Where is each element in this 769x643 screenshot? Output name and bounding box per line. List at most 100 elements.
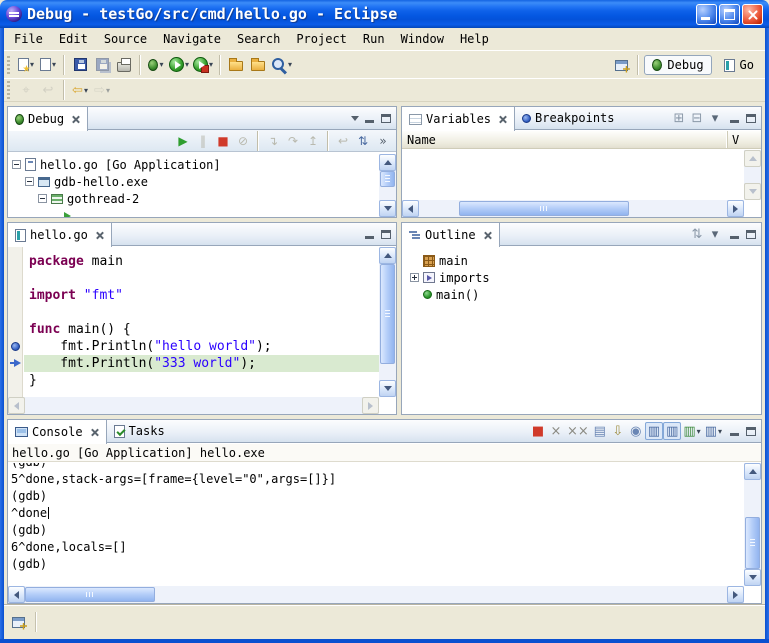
tab-console[interactable]: Console bbox=[8, 420, 107, 444]
scroll-up-icon[interactable] bbox=[379, 154, 396, 171]
perspective-go-button[interactable]: Go bbox=[717, 56, 761, 74]
collapse-all-button[interactable]: ⊟ bbox=[688, 109, 706, 127]
minimize-view-icon[interactable] bbox=[365, 230, 375, 239]
variables-scrollbar-vertical[interactable] bbox=[744, 150, 761, 200]
open-console-dropdown-icon[interactable]: ▾ bbox=[718, 427, 722, 436]
toolbar-handle[interactable] bbox=[7, 81, 10, 99]
close-tab-icon[interactable] bbox=[483, 231, 492, 240]
debug-tree-row[interactable]: hello.go [Go Application] bbox=[8, 156, 396, 173]
scroll-up-icon[interactable] bbox=[744, 463, 761, 480]
debug-scrollbar-vertical[interactable] bbox=[379, 154, 396, 217]
last-edit-location-button[interactable]: ↩ bbox=[37, 78, 59, 102]
debug-button[interactable]: ▾ bbox=[145, 53, 167, 77]
disconnect-button[interactable]: ⊘ bbox=[233, 131, 253, 150]
show-type-names-button[interactable]: ⊞ bbox=[670, 109, 688, 127]
forward-button[interactable]: ⇨▾ bbox=[91, 78, 113, 102]
perspective-debug-button[interactable]: Debug bbox=[644, 55, 711, 75]
terminate-button[interactable]: ■ bbox=[529, 422, 547, 440]
show-stdout-button[interactable]: ▥ bbox=[645, 422, 663, 440]
scroll-thumb[interactable] bbox=[459, 201, 629, 216]
open-project-button[interactable] bbox=[247, 53, 269, 77]
code-area[interactable]: package mainimport "fmt"func main() { fm… bbox=[24, 247, 379, 397]
minimize-button[interactable] bbox=[696, 4, 717, 25]
view-menu-button[interactable]: ▾ bbox=[706, 225, 724, 243]
open-perspective-button[interactable] bbox=[610, 53, 632, 77]
menu-item-source[interactable]: Source bbox=[96, 29, 155, 49]
close-button[interactable] bbox=[742, 4, 763, 25]
run-tool-dropdown-icon[interactable]: ▾ bbox=[209, 60, 213, 69]
menu-item-navigate[interactable]: Navigate bbox=[155, 29, 229, 49]
close-tab-icon[interactable] bbox=[90, 428, 99, 437]
step-return-button[interactable]: ↥ bbox=[303, 131, 323, 150]
view-menu-button[interactable]: ▾ bbox=[706, 109, 724, 127]
scroll-thumb[interactable] bbox=[380, 264, 395, 364]
scroll-left-icon[interactable] bbox=[402, 200, 419, 217]
console-scrollbar-vertical[interactable] bbox=[744, 463, 761, 586]
editor-scrollbar-vertical[interactable] bbox=[379, 247, 396, 397]
open-resource-button[interactable] bbox=[225, 53, 247, 77]
tab-hello-go[interactable]: hello.go bbox=[8, 223, 112, 247]
menu-item-window[interactable]: Window bbox=[393, 29, 452, 49]
column-value[interactable]: V bbox=[728, 131, 761, 148]
mark-occurrences-button[interactable]: ⌖ bbox=[15, 78, 37, 102]
save-button[interactable] bbox=[69, 53, 91, 77]
close-tab-icon[interactable] bbox=[95, 231, 104, 240]
minimize-view-icon[interactable] bbox=[730, 114, 740, 123]
code-line[interactable]: fmt.Println("333 world"); bbox=[24, 355, 379, 372]
outline-row[interactable]: imports bbox=[406, 269, 761, 286]
toolbar-overflow-button[interactable]: » bbox=[373, 131, 393, 150]
close-tab-icon[interactable] bbox=[71, 115, 80, 124]
tab-breakpoints[interactable]: Breakpoints bbox=[515, 107, 621, 129]
column-name[interactable]: Name bbox=[402, 131, 728, 148]
scroll-thumb[interactable] bbox=[745, 517, 760, 569]
close-tab-icon[interactable] bbox=[498, 115, 507, 124]
title-bar[interactable]: Debug - testGo/src/cmd/hello.go - Eclips… bbox=[0, 0, 769, 28]
display-console-dropdown-icon[interactable]: ▾ bbox=[697, 427, 701, 436]
forward-dropdown-icon[interactable]: ▾ bbox=[106, 86, 110, 95]
scroll-right-icon[interactable] bbox=[727, 586, 744, 603]
remove-all-launches-button[interactable]: ×× bbox=[565, 422, 591, 440]
code-line[interactable]: func main() { bbox=[24, 321, 379, 338]
new-button[interactable]: ▾ bbox=[15, 53, 37, 77]
code-line[interactable] bbox=[24, 270, 379, 287]
maximize-view-icon[interactable] bbox=[381, 114, 391, 123]
search-dropdown-icon[interactable]: ▾ bbox=[288, 60, 292, 69]
maximize-view-icon[interactable] bbox=[746, 230, 756, 239]
debug-tree-row[interactable]: gothread-2 bbox=[8, 190, 396, 207]
display-console-button[interactable]: ▥▾ bbox=[681, 422, 702, 440]
back-button[interactable]: ⇦▾ bbox=[69, 78, 91, 102]
maximize-view-icon[interactable] bbox=[746, 114, 756, 123]
console-scrollbar-horizontal[interactable] bbox=[8, 586, 744, 603]
debug-tree-row[interactable] bbox=[8, 207, 396, 217]
editor-gutter[interactable] bbox=[8, 247, 23, 397]
scroll-lock-button[interactable]: ⇩ bbox=[609, 422, 627, 440]
run-button[interactable]: ▾ bbox=[167, 53, 191, 77]
tab-debug[interactable]: Debug bbox=[8, 107, 88, 131]
breakpoint-icon[interactable] bbox=[11, 342, 20, 351]
open-console-button[interactable]: ▥▾ bbox=[703, 422, 724, 440]
outline-row[interactable]: main() bbox=[406, 286, 761, 303]
menu-item-help[interactable]: Help bbox=[452, 29, 497, 49]
terminate-button[interactable]: ■ bbox=[213, 131, 233, 150]
sort-button[interactable]: ⇅ bbox=[688, 225, 706, 243]
show-stderr-button[interactable]: ▥ bbox=[663, 422, 681, 440]
menu-item-project[interactable]: Project bbox=[288, 29, 355, 49]
scroll-thumb[interactable] bbox=[25, 587, 155, 602]
code-line[interactable]: fmt.Println("hello world"); bbox=[24, 338, 379, 355]
maximize-view-icon[interactable] bbox=[746, 427, 756, 436]
minimize-view-icon[interactable] bbox=[730, 427, 740, 436]
new-wizard-button[interactable]: ▾ bbox=[37, 53, 59, 77]
print-button[interactable] bbox=[113, 53, 135, 77]
debug-tree-row[interactable]: gdb-hello.exe bbox=[8, 173, 396, 190]
resume-button[interactable]: ▶ bbox=[173, 131, 193, 150]
clear-console-button[interactable]: ▤ bbox=[591, 422, 609, 440]
scroll-up-icon[interactable] bbox=[379, 247, 396, 264]
menu-item-edit[interactable]: Edit bbox=[51, 29, 96, 49]
code-line[interactable]: package main bbox=[24, 253, 379, 270]
minimize-view-icon[interactable] bbox=[730, 230, 740, 239]
remove-launch-button[interactable]: × bbox=[547, 422, 565, 440]
suspend-button[interactable]: ‖ bbox=[193, 131, 213, 150]
scroll-down-icon[interactable] bbox=[379, 200, 396, 217]
step-into-button[interactable]: ↴ bbox=[263, 131, 283, 150]
tab-variables[interactable]: Variables bbox=[402, 107, 515, 131]
